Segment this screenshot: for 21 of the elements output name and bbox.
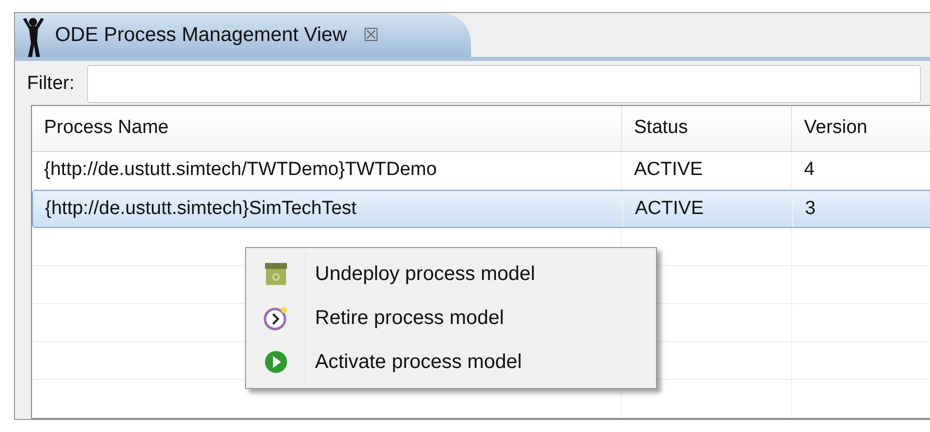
view-tab[interactable]: ODE Process Management View ☒: [15, 13, 471, 57]
column-header[interactable]: Process Name: [32, 106, 622, 151]
table-row[interactable]: {http://de.ustutt.simtech}SimTechTest ACTIVE 3: [32, 190, 930, 228]
column-header[interactable]: Status: [622, 106, 792, 151]
table-cell: ACTIVE: [623, 191, 793, 227]
filter-label: Filter:: [27, 72, 74, 96]
view-title: ODE Process Management View: [55, 23, 347, 48]
table-cell: ACTIVE: [622, 152, 792, 189]
table-cell: 4: [792, 152, 930, 189]
table-cell: 3: [793, 191, 930, 227]
menu-item[interactable]: Retire process model: [315, 303, 504, 333]
filter-field[interactable]: [86, 65, 921, 103]
menu-item[interactable]: Activate process model: [315, 347, 522, 377]
column-header[interactable]: Version: [792, 106, 930, 151]
table-cell: {http://de.ustutt.simtech/TWTDemo}TWTDemo: [32, 152, 622, 189]
menu-item[interactable]: Undeploy process model: [315, 259, 536, 289]
clock-icon: [262, 305, 288, 331]
close-icon[interactable]: ☒: [362, 22, 379, 48]
play-icon: [262, 349, 288, 375]
table-cell: {http://de.ustutt.simtech}SimTechTest: [33, 191, 623, 227]
box-icon: [262, 261, 288, 287]
